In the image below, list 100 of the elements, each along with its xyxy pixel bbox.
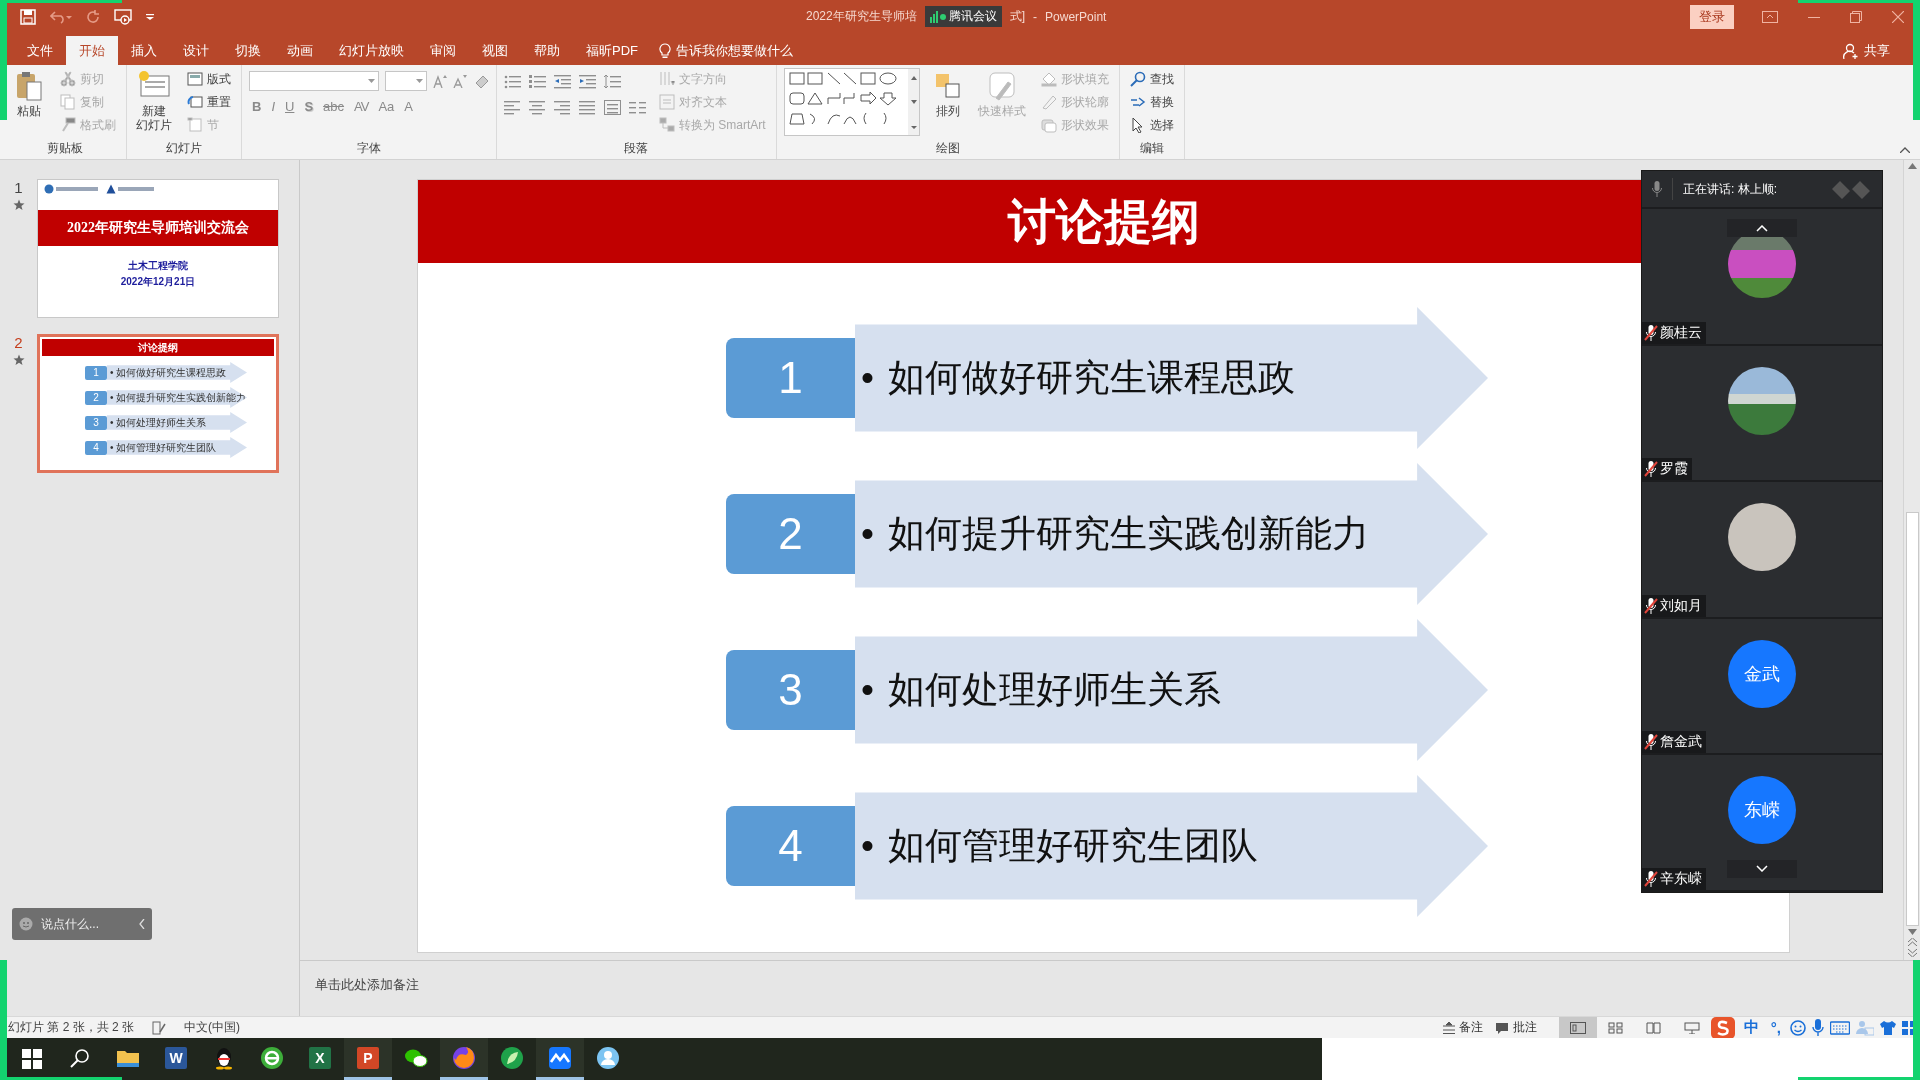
scroll-down-icon[interactable]: [1907, 929, 1917, 935]
format-button[interactable]: U: [282, 99, 298, 114]
format-button[interactable]: B: [249, 99, 265, 114]
participant-name: 罗霞: [1660, 460, 1688, 479]
ribbon-button[interactable]: 查找: [1126, 68, 1177, 90]
ribbon-tab[interactable]: 视图: [469, 36, 521, 65]
format-button[interactable]: abc: [320, 99, 348, 114]
presentation-icon[interactable]: [114, 8, 132, 25]
number-box: 1: [726, 338, 855, 418]
restore-icon[interactable]: [1850, 10, 1862, 23]
format-button[interactable]: A: [401, 99, 416, 114]
tell-me-search[interactable]: 告诉我你想要做什么: [651, 36, 801, 65]
ribbon-tab[interactable]: 切换: [222, 36, 274, 65]
sogou-logo-icon[interactable]: [1710, 1016, 1735, 1039]
slide-thumbnail[interactable]: 2022年研究生导师培训交流会 土木工程学院 2022年12月21日: [37, 179, 279, 318]
taskbar-button[interactable]: [536, 1038, 584, 1080]
ribbon-tab[interactable]: 动画: [274, 36, 326, 65]
close-icon[interactable]: [1892, 10, 1904, 23]
shapes-gallery[interactable]: [783, 68, 920, 136]
mic-icon[interactable]: [1812, 1019, 1824, 1036]
ribbon-large-button[interactable]: 排列: [929, 68, 966, 120]
view-button[interactable]: [1558, 1016, 1597, 1039]
align-left-icon[interactable]: [504, 100, 521, 116]
format-button[interactable]: Aa: [375, 99, 398, 114]
collapse-ribbon-icon[interactable]: [1900, 147, 1910, 153]
notes-placeholder[interactable]: 单击此处添加备注: [315, 977, 419, 992]
spelling-check-icon[interactable]: [152, 1020, 167, 1035]
distributed-icon[interactable]: [604, 100, 621, 116]
undo-icon[interactable]: [50, 9, 72, 24]
previous-slide-icon[interactable]: [1907, 938, 1917, 946]
ribbon-tab[interactable]: 福昕PDF: [573, 36, 651, 65]
window-title: 2022年研究生导师培: [806, 8, 917, 25]
clear-formatting-icon[interactable]: [473, 73, 489, 89]
ribbon-tab[interactable]: 幻灯片放映: [326, 36, 417, 65]
increase-indent-icon[interactable]: [579, 74, 596, 90]
chat-input[interactable]: 说点什么...: [12, 908, 152, 940]
bullets-icon[interactable]: [504, 74, 521, 90]
login-button[interactable]: 登录: [1690, 4, 1734, 29]
font-name-field[interactable]: [249, 71, 379, 91]
decrease-font-size-icon[interactable]: [453, 74, 467, 88]
ribbon-tab[interactable]: 文件: [14, 36, 66, 65]
browser-icon: [260, 1045, 284, 1070]
slide-counter: 幻灯片 第 2 张，共 2 张: [8, 1019, 135, 1036]
comments-button[interactable]: 批注: [1488, 1016, 1543, 1039]
number-box: 1: [85, 365, 107, 380]
taskbar-button[interactable]: W: [152, 1038, 200, 1080]
customize-caret-icon[interactable]: [146, 13, 154, 20]
number-box: 3: [726, 650, 855, 730]
taskbar-button[interactable]: X: [296, 1038, 344, 1080]
taskbar-button[interactable]: [440, 1038, 488, 1080]
align-center-icon[interactable]: [529, 100, 546, 116]
scroll-up-button[interactable]: [1727, 219, 1797, 237]
ribbon-button[interactable]: 替换: [1126, 91, 1177, 113]
chevron-down-icon: [1756, 865, 1768, 873]
punctuation-mode[interactable]: °,: [1767, 1019, 1784, 1036]
decrease-indent-icon[interactable]: [554, 74, 571, 90]
justify-icon[interactable]: [579, 100, 596, 116]
chevron-left-icon[interactable]: [139, 919, 145, 929]
ribbon-display-icon[interactable]: [1762, 10, 1778, 23]
scrollbar[interactable]: [1903, 160, 1920, 960]
line-spacing-icon[interactable]: [604, 74, 621, 90]
ribbon-button[interactable]: 重置: [184, 91, 234, 113]
scroll-down-button[interactable]: [1727, 859, 1797, 878]
number-box: 2: [726, 494, 855, 574]
ribbon-tab[interactable]: 审阅: [417, 36, 469, 65]
next-slide-icon[interactable]: [1907, 949, 1917, 957]
input-mode[interactable]: 中: [1740, 1018, 1762, 1037]
share-button[interactable]: 共享: [1835, 36, 1898, 65]
keyboard-icon[interactable]: [1830, 1020, 1850, 1035]
columns-icon[interactable]: [629, 100, 646, 116]
smiley-icon[interactable]: [1790, 1019, 1806, 1036]
ribbon-tab[interactable]: 开始: [66, 36, 118, 65]
ribbon-tab[interactable]: 帮助: [521, 36, 573, 65]
font-size-field[interactable]: [385, 71, 427, 91]
ribbon-large-button[interactable]: 粘贴: [11, 68, 47, 120]
participant-name: 颜桂云: [1660, 323, 1702, 342]
notes-button[interactable]: 备注: [1436, 1016, 1489, 1039]
format-button[interactable]: S: [301, 99, 317, 114]
scroll-thumb[interactable]: [1905, 512, 1919, 926]
ribbon-tab[interactable]: 设计: [170, 36, 222, 65]
ribbon-button[interactable]: 版式: [184, 68, 234, 90]
chevron-up-icon: [1756, 224, 1768, 232]
save-icon[interactable]: [20, 8, 36, 25]
ribbon-large-button[interactable]: 新建 幻灯片: [134, 68, 174, 134]
fox-globe-icon: [452, 1045, 476, 1070]
shirt-icon[interactable]: [1880, 1019, 1896, 1036]
format-button[interactable]: I: [268, 99, 278, 114]
numbering-icon[interactable]: [529, 74, 546, 90]
thumbnail-date: 2022年12月21日: [119, 275, 197, 289]
ribbon-tab[interactable]: 插入: [118, 36, 170, 65]
align-right-icon[interactable]: [554, 100, 571, 116]
scroll-up-icon[interactable]: [1907, 163, 1917, 169]
ribbon-button[interactable]: 选择: [1126, 114, 1177, 136]
redo-icon[interactable]: [86, 9, 100, 24]
format-button[interactable]: AV: [351, 99, 372, 114]
item-text: 如何提升研究生实践创新能力: [887, 512, 1369, 556]
taskbar-button[interactable]: P: [344, 1038, 392, 1080]
group-label: 剪贴板: [46, 140, 84, 157]
bullet: •: [110, 367, 114, 378]
increase-font-size-icon[interactable]: [433, 74, 447, 88]
